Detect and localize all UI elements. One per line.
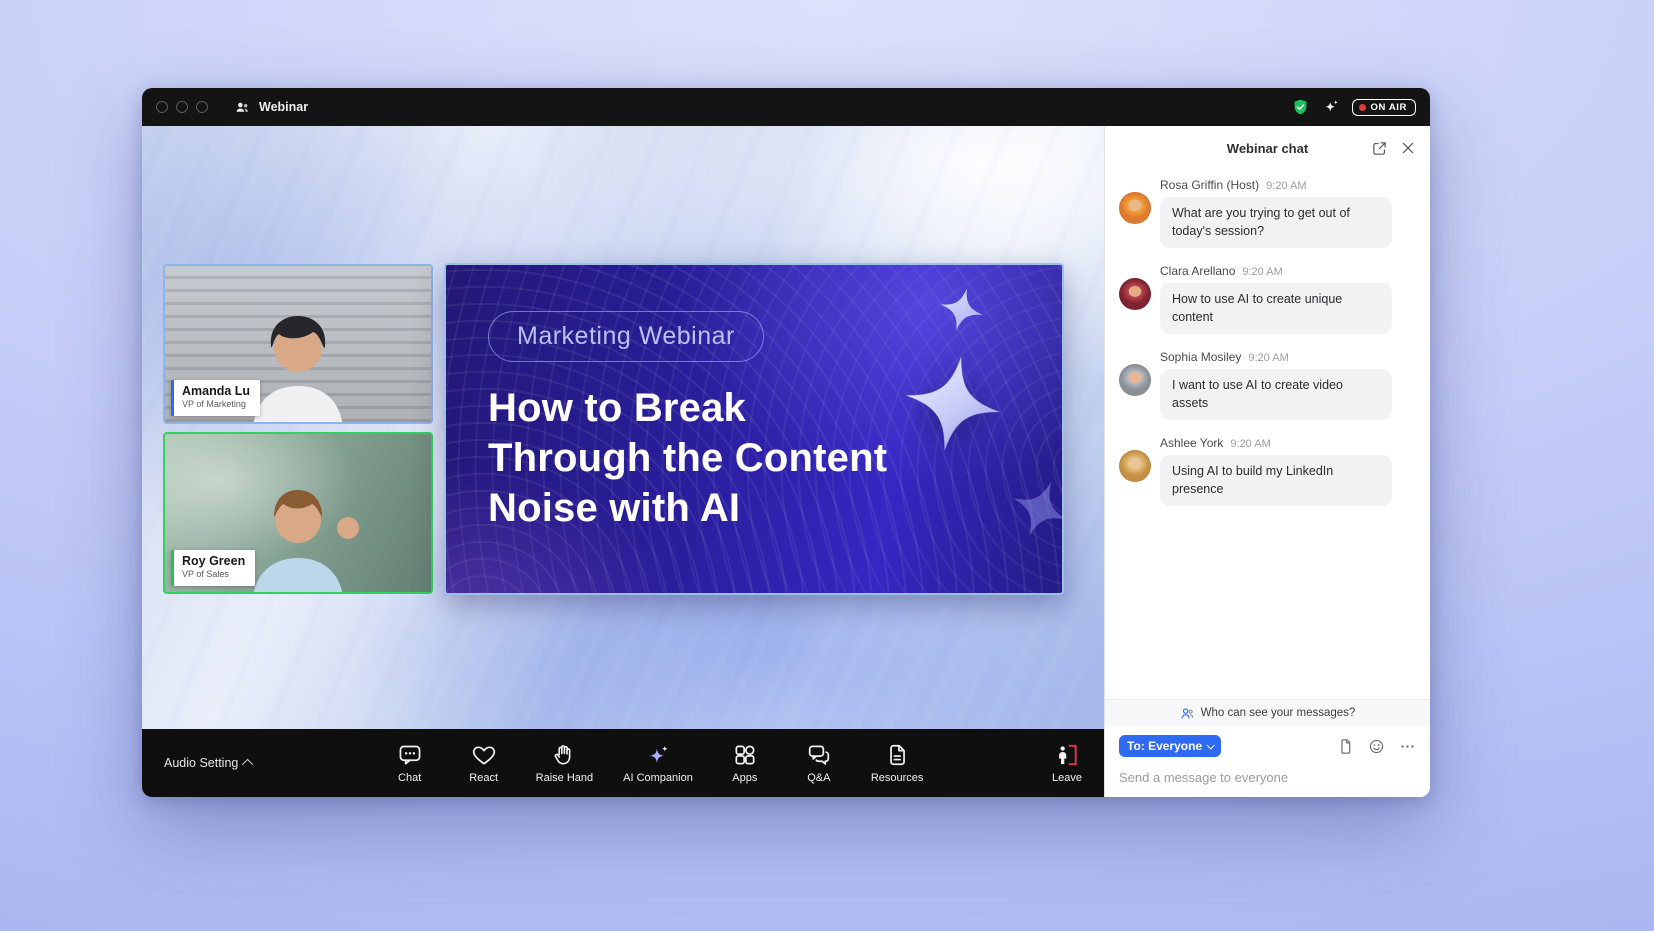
slide-star-shape: [926, 277, 996, 347]
webinar-window: Webinar ON AIR: [142, 88, 1430, 797]
more-options-button[interactable]: [1399, 738, 1416, 755]
leave-door-icon: [1054, 742, 1080, 768]
message-bubble: How to use AI to create unique content: [1160, 283, 1392, 334]
message-author: Ashlee York: [1160, 436, 1223, 450]
chevron-up-icon: [242, 759, 253, 770]
window-controls: [156, 101, 208, 113]
app-title-label: Webinar: [259, 100, 308, 114]
leave-button[interactable]: Leave: [1052, 742, 1082, 784]
resources-file-icon: [884, 742, 910, 768]
ai-sparkle-icon: [645, 742, 671, 768]
message-bubble: Using AI to build my LinkedIn presence: [1160, 455, 1392, 506]
message-author: Rosa Griffin (Host): [1160, 178, 1259, 192]
message-bubble: I want to use AI to create video assets: [1160, 369, 1392, 420]
react-label: React: [469, 772, 498, 784]
chat-message: Clara Arellano 9:20 AM How to use AI to c…: [1119, 264, 1416, 334]
message-time: 9:20 AM: [1266, 180, 1306, 192]
raise-hand-label: Raise Hand: [536, 772, 593, 784]
security-shield-icon[interactable]: [1291, 98, 1310, 117]
ai-companion-label: AI Companion: [623, 772, 693, 784]
app-title: Webinar: [234, 99, 308, 116]
toolbar-center-group: Chat React Raise Hand: [318, 742, 924, 784]
message-visibility-info[interactable]: Who can see your messages?: [1105, 700, 1430, 726]
participant-role: VP of Sales: [182, 569, 245, 581]
zoom-window-button[interactable]: [196, 101, 208, 113]
avatar: [1119, 278, 1151, 310]
window-titlebar: Webinar ON AIR: [142, 88, 1430, 126]
message-time: 9:20 AM: [1248, 352, 1288, 364]
qa-button[interactable]: Q&A: [797, 742, 841, 784]
compose-area: To: Everyone: [1105, 726, 1430, 797]
chat-message: Ashlee York 9:20 AM Using AI to build my …: [1119, 436, 1416, 506]
resources-button[interactable]: Resources: [871, 742, 924, 784]
nametag-roy: Roy Green VP of Sales: [171, 550, 255, 586]
qa-bubbles-icon: [806, 742, 832, 768]
chat-button[interactable]: Chat: [388, 742, 432, 784]
avatar: [1119, 192, 1151, 224]
titlebar-status-icons: ON AIR: [1291, 98, 1417, 117]
ai-companion-status-icon[interactable]: [1322, 98, 1340, 116]
message-time: 9:20 AM: [1242, 266, 1282, 278]
participant-role: VP of Marketing: [182, 399, 250, 411]
audio-setting-label: Audio Setting: [164, 756, 238, 770]
meeting-toolbar: Audio Setting Chat: [142, 729, 1104, 797]
slide-star-shape: [988, 461, 1064, 563]
raise-hand-button[interactable]: Raise Hand: [536, 742, 593, 784]
chat-footer: Who can see your messages? To: Everyone: [1105, 699, 1430, 797]
emoji-button[interactable]: [1368, 738, 1385, 755]
leave-label: Leave: [1052, 772, 1082, 784]
chat-panel: Webinar chat: [1104, 126, 1430, 797]
message-time: 9:20 AM: [1230, 438, 1270, 450]
chevron-down-icon: [1207, 741, 1215, 749]
on-air-dot: [1359, 104, 1366, 111]
on-air-badge: ON AIR: [1352, 99, 1417, 116]
presentation-slide: Marketing Webinar How to Break Through t…: [444, 263, 1064, 595]
chat-message: Sophia Mosiley 9:20 AM I want to use AI t…: [1119, 350, 1416, 420]
message-bubble: What are you trying to get out of today'…: [1160, 197, 1392, 248]
chat-label: Chat: [398, 772, 421, 784]
avatar: [1119, 364, 1151, 396]
chat-header: Webinar chat: [1105, 126, 1430, 170]
recipient-selector[interactable]: To: Everyone: [1119, 735, 1221, 757]
react-button[interactable]: React: [462, 742, 506, 784]
participant-name: Roy Green: [182, 554, 245, 569]
main-area: Amanda Lu VP of Marketing Roy Green VP o: [142, 126, 1104, 797]
audio-setting-button[interactable]: Audio Setting: [164, 756, 253, 770]
on-air-label: ON AIR: [1371, 102, 1408, 113]
video-tile-roy[interactable]: Roy Green VP of Sales: [163, 432, 433, 594]
webinar-stage: Amanda Lu VP of Marketing Roy Green VP o: [142, 126, 1104, 729]
participant-name: Amanda Lu: [182, 384, 250, 399]
qa-label: Q&A: [807, 772, 830, 784]
heart-icon: [471, 742, 497, 768]
recipient-label: To: Everyone: [1127, 739, 1202, 753]
apps-label: Apps: [732, 772, 757, 784]
message-author: Clara Arellano: [1160, 264, 1235, 278]
pop-out-chat-button[interactable]: [1371, 140, 1388, 157]
apps-button[interactable]: Apps: [723, 742, 767, 784]
avatar: [1119, 450, 1151, 482]
slide-title: How to Break Through the Content Noise w…: [488, 383, 920, 533]
participants-icon: [234, 99, 251, 116]
visibility-people-icon: [1180, 706, 1195, 721]
close-chat-button[interactable]: [1400, 140, 1416, 157]
minimize-window-button[interactable]: [176, 101, 188, 113]
video-tile-amanda[interactable]: Amanda Lu VP of Marketing: [163, 264, 433, 424]
apps-grid-icon: [732, 742, 758, 768]
resources-label: Resources: [871, 772, 924, 784]
chat-icon: [397, 742, 423, 768]
ai-companion-button[interactable]: AI Companion: [623, 742, 693, 784]
message-input[interactable]: [1119, 770, 1416, 785]
visibility-label: Who can see your messages?: [1201, 707, 1356, 719]
close-window-button[interactable]: [156, 101, 168, 113]
chat-message: Rosa Griffin (Host) 9:20 AM What are you …: [1119, 178, 1416, 248]
chat-message-list[interactable]: Rosa Griffin (Host) 9:20 AM What are you …: [1105, 170, 1430, 699]
nametag-amanda: Amanda Lu VP of Marketing: [171, 380, 260, 416]
slide-badge: Marketing Webinar: [488, 311, 764, 362]
attach-file-button[interactable]: [1337, 738, 1354, 755]
message-author: Sophia Mosiley: [1160, 350, 1241, 364]
raise-hand-icon: [551, 742, 577, 768]
